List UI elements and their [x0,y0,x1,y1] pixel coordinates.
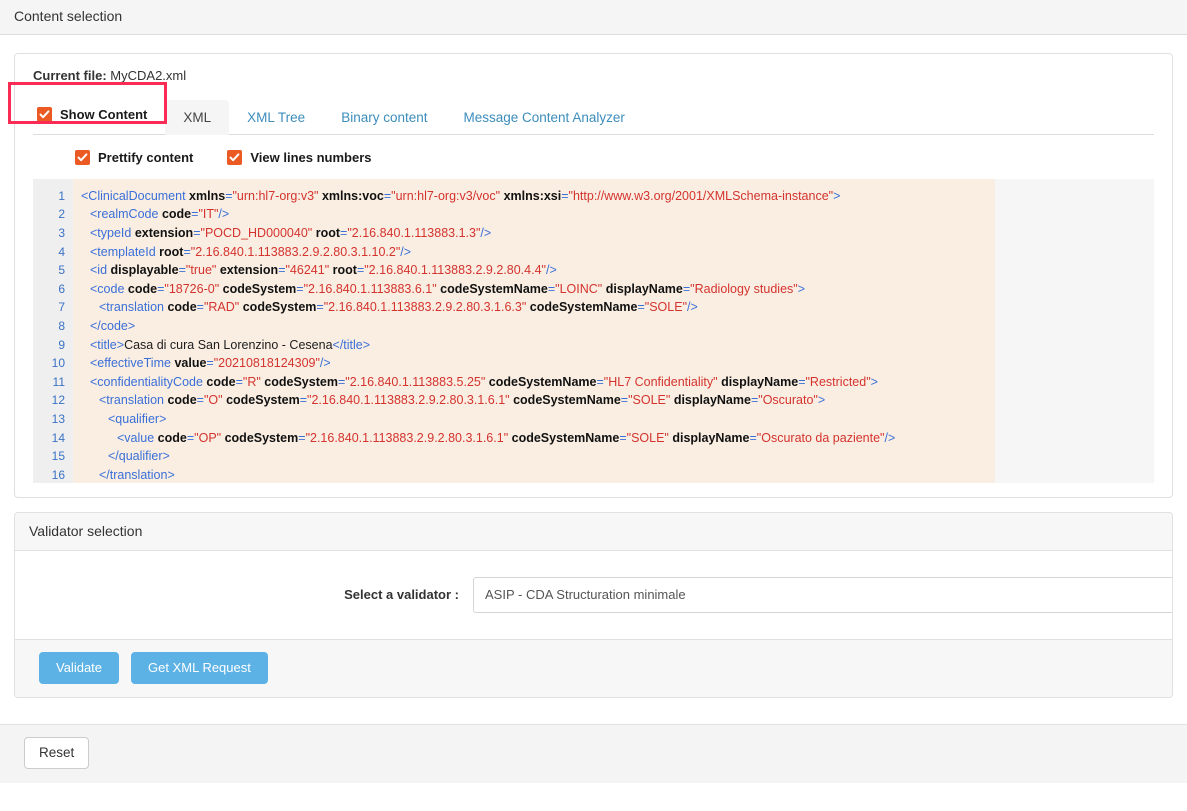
tab-binary-content-label: Binary content [341,110,427,125]
view-lines-numbers-toggle[interactable]: View lines numbers [227,150,371,165]
line-number: 9 [33,336,73,355]
code-line: <code code="18726-0" codeSystem="2.16.84… [73,280,995,299]
page-root: Content selection Current file: MyCDA2.x… [0,0,1187,811]
validator-select[interactable]: ASIP - CDA Structuration minimale [473,577,1173,613]
code-line: <value code="OP" codeSystem="2.16.840.1.… [73,429,995,448]
code-line: <translation code="O" codeSystem="2.16.8… [73,391,995,410]
tab-xml[interactable]: XML [165,100,229,135]
tab-xml-tree[interactable]: XML Tree [229,100,323,135]
xml-code-lines: <ClinicalDocument xmlns="urn:hl7-org:v3"… [73,179,995,483]
current-file: Current file: MyCDA2.xml [33,68,1154,83]
line-number: 3 [33,224,73,243]
line-number: 6 [33,280,73,299]
code-line: <effectiveTime value="20210818124309"/> [73,354,995,373]
code-line: <confidentialityCode code="R" codeSystem… [73,373,995,392]
code-line: <typeId extension="POCD_HD000040" root="… [73,224,995,243]
current-file-label: Current file: [33,68,107,83]
code-line: <title>Casa di cura San Lorenzino - Cese… [73,336,995,355]
page-title: Content selection [14,8,122,24]
validator-selection-title: Validator selection [29,523,142,539]
xml-code-viewer[interactable]: 12345678910111213141516 <ClinicalDocumen… [33,179,1154,483]
prettify-content-label: Prettify content [98,150,193,165]
code-line: </translation> [73,466,995,483]
select-validator-label: Select a validator : [15,587,473,602]
tab-xml-tree-label: XML Tree [247,110,305,125]
content-selection-heading: Content selection [0,0,1187,35]
tabs-row: Show Content XML XML Tree Binary content… [33,95,1154,135]
prettify-content-toggle[interactable]: Prettify content [75,150,193,165]
line-number: 2 [33,205,73,224]
view-lines-numbers-label: View lines numbers [250,150,371,165]
get-xml-request-button[interactable]: Get XML Request [131,652,268,684]
code-line: <templateId root="2.16.840.1.113883.2.9.… [73,243,995,262]
line-number: 4 [33,243,73,262]
prettify-content-checkbox[interactable] [75,150,90,165]
line-number: 14 [33,429,73,448]
line-number: 7 [33,298,73,317]
line-number: 5 [33,261,73,280]
validator-select-value: ASIP - CDA Structuration minimale [485,587,686,602]
line-number: 15 [33,447,73,466]
code-line: <qualifier> [73,410,995,429]
validator-selection-body: Select a validator : ASIP - CDA Structur… [15,551,1172,640]
show-content-toggle[interactable]: Show Content [33,95,165,134]
show-content-checkbox[interactable] [37,107,52,122]
line-number: 13 [33,410,73,429]
line-number: 16 [33,466,73,483]
line-number: 8 [33,317,73,336]
page-footer: Reset [0,725,1187,784]
line-number: 11 [33,373,73,392]
content-selection-body: Current file: MyCDA2.xml Show Content XM… [0,35,1187,512]
xml-code-inner: 12345678910111213141516 <ClinicalDocumen… [33,179,995,483]
code-line: <translation code="RAD" codeSystem="2.16… [73,298,995,317]
line-number: 1 [33,187,73,206]
code-line: </code> [73,317,995,336]
line-number: 10 [33,354,73,373]
code-line: <realmCode code="IT"/> [73,205,995,224]
line-number: 12 [33,391,73,410]
validator-selection-panel: Validator selection Select a validator :… [14,512,1173,698]
reset-button[interactable]: Reset [24,737,89,770]
current-file-name: MyCDA2.xml [110,68,186,83]
view-lines-numbers-checkbox[interactable] [227,150,242,165]
validate-button[interactable]: Validate [39,652,119,684]
code-line: <ClinicalDocument xmlns="urn:hl7-org:v3"… [73,187,995,206]
tab-message-content-analyzer[interactable]: Message Content Analyzer [446,100,643,135]
validator-actions: Validate Get XML Request [15,640,1172,697]
content-card: Current file: MyCDA2.xml Show Content XM… [14,53,1173,498]
tab-message-content-analyzer-label: Message Content Analyzer [464,110,625,125]
viewer-options-row: Prettify content View lines numbers [33,135,1154,179]
tab-xml-label: XML [183,110,211,125]
code-line: </qualifier> [73,447,995,466]
line-number-gutter: 12345678910111213141516 [33,179,73,483]
code-line: <id displayable="true" extension="46241"… [73,261,995,280]
validator-selection-heading: Validator selection [15,513,1172,551]
show-content-label: Show Content [60,107,147,122]
tab-binary-content[interactable]: Binary content [323,100,445,135]
